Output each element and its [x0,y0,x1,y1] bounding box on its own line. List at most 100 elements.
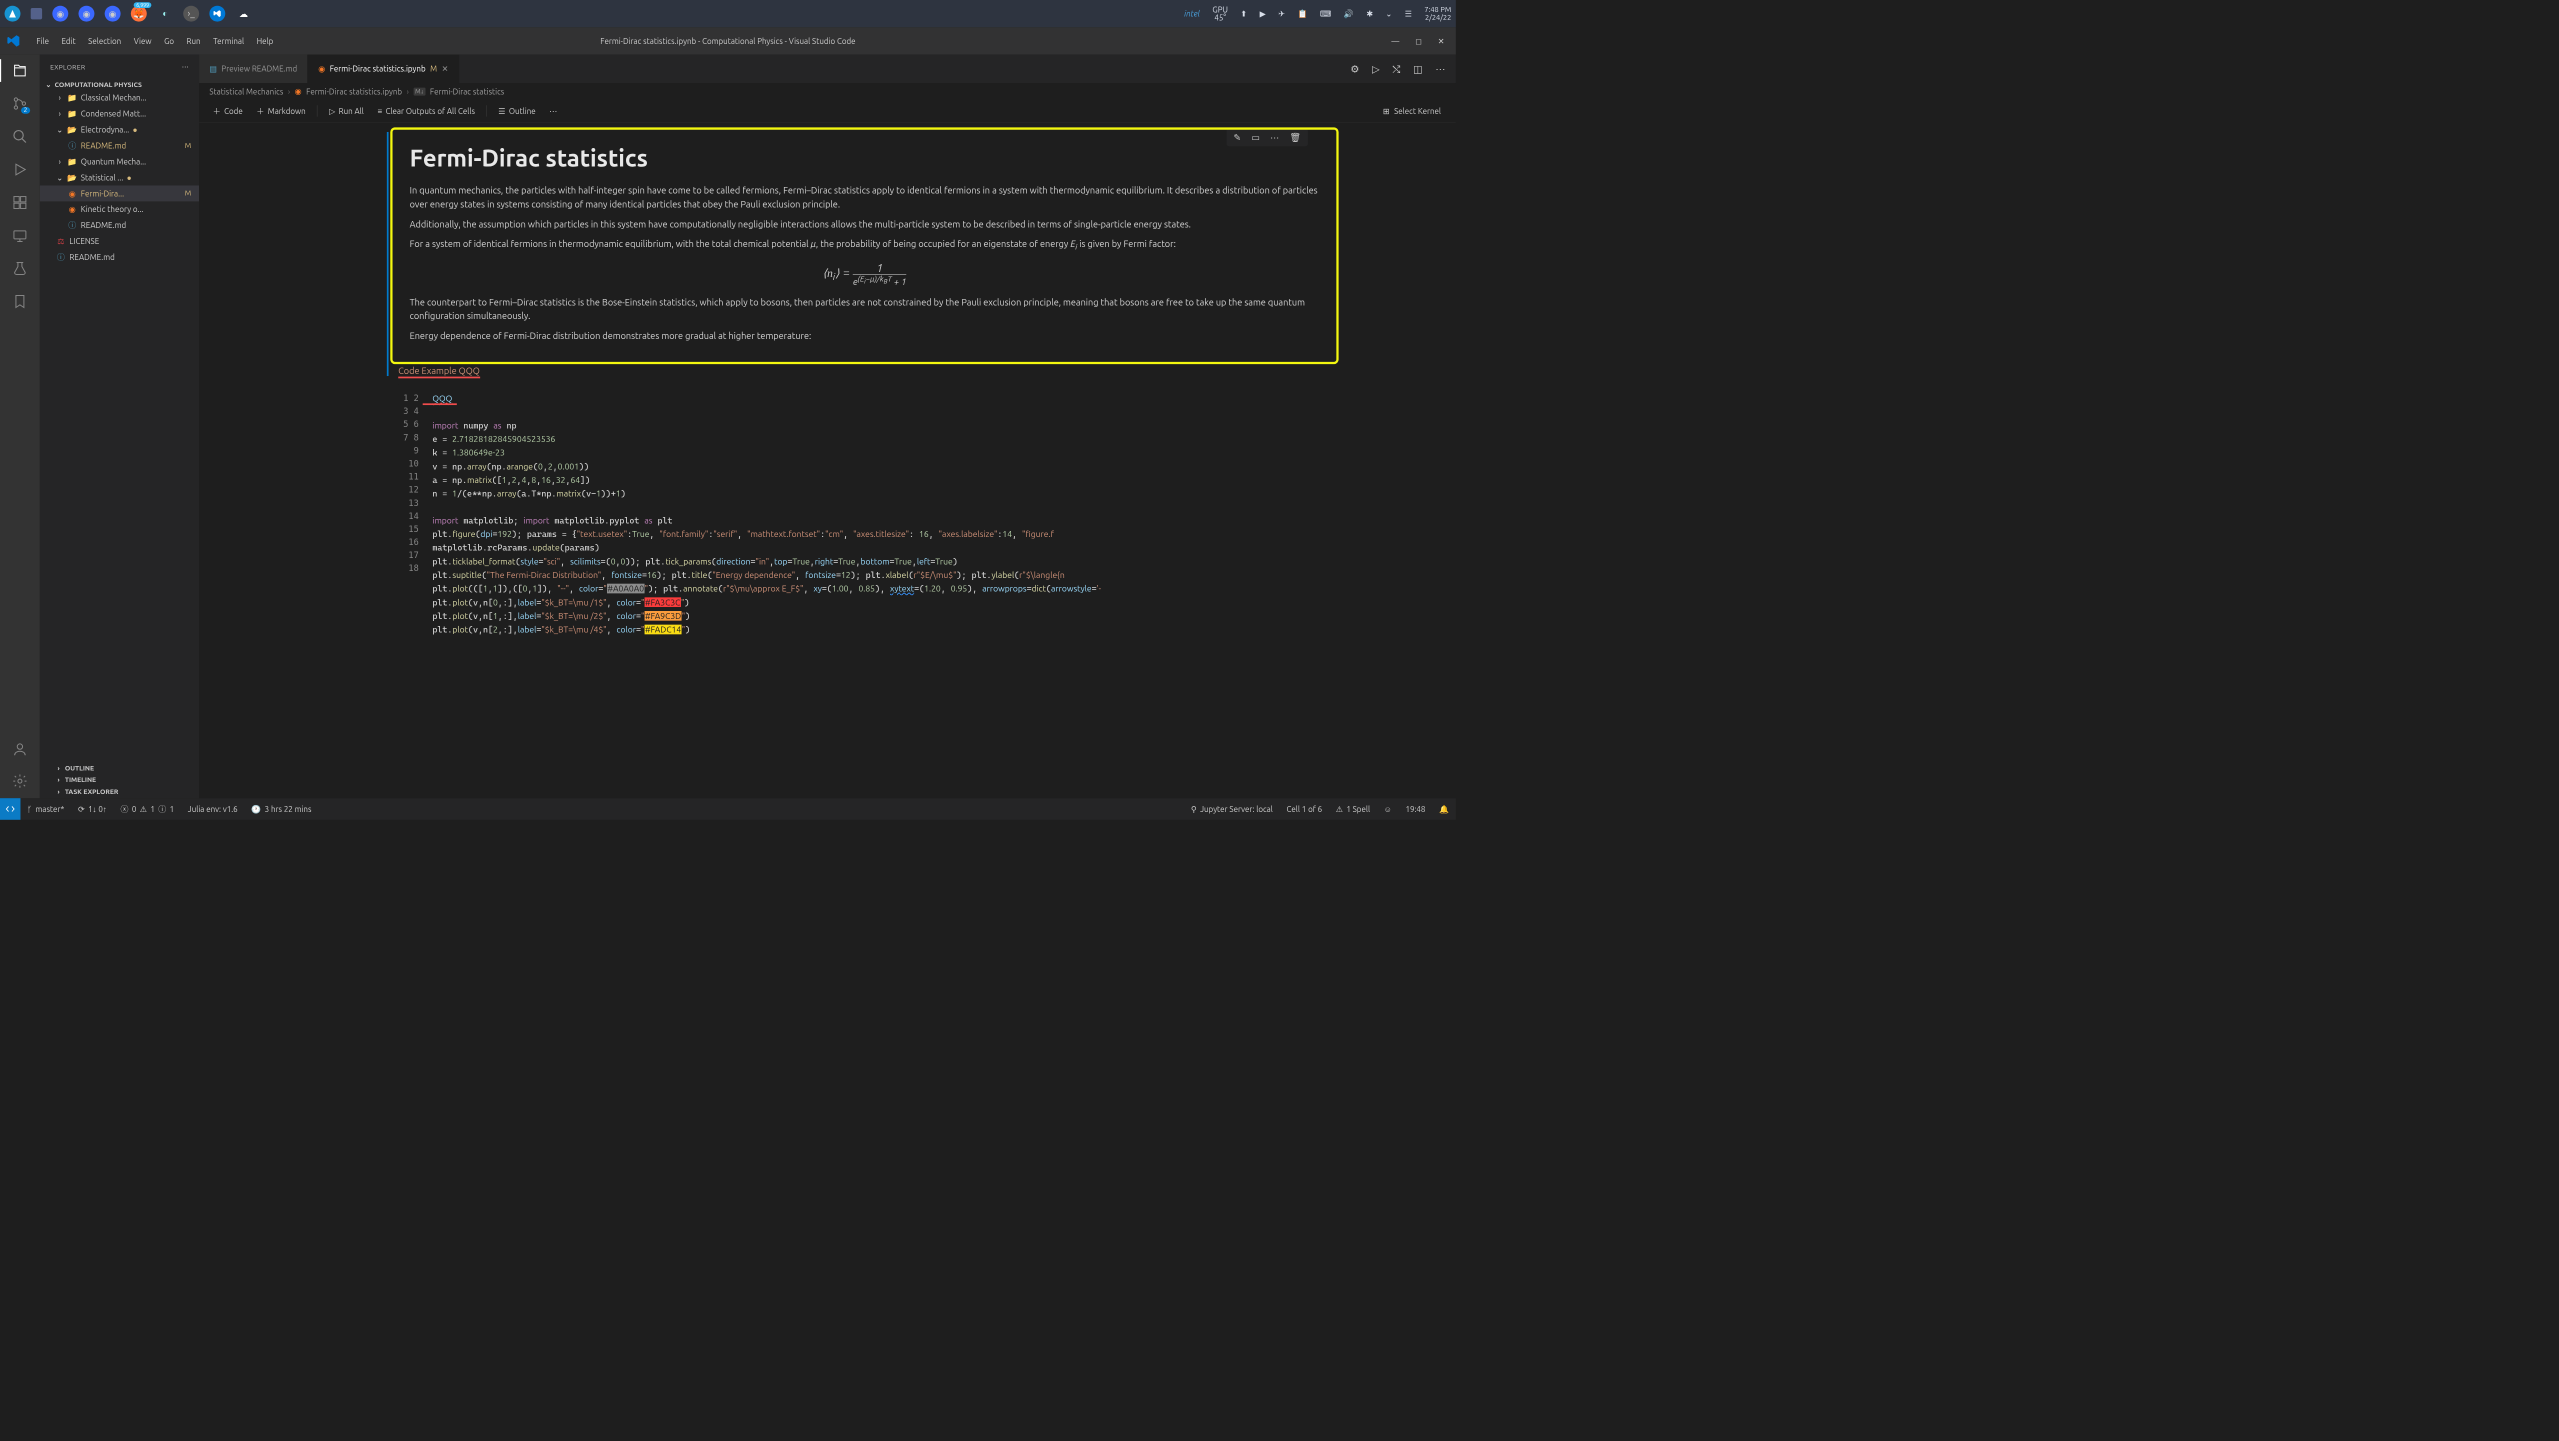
folder-electro[interactable]: ⌄📂Electrodyna...● [40,122,199,138]
notebook-body[interactable]: ✎ ▭ ⋯ 🗑 Fermi-Dirac statistics In quantu… [199,123,1456,798]
clock[interactable]: 7:48 PM2/24/22 [1424,6,1451,22]
file-license[interactable]: ⚖LICENSE [40,233,199,249]
split-editor-icon[interactable]: ◫ [1413,63,1423,75]
terminal-icon[interactable]: ›_ [183,6,199,22]
scm-icon[interactable]: 2 [11,94,29,112]
workspace-header[interactable]: ⌄COMPUTATIONAL PHYSICS [40,80,199,90]
sidebar: EXPLORER ⋯ ⌄COMPUTATIONAL PHYSICS ›📁Clas… [40,55,199,799]
vscode-titlebar: File Edit Selection View Go Run Terminal… [0,27,1456,54]
menu-view[interactable]: View [128,34,157,48]
add-code-button[interactable]: ＋ Code [207,103,248,119]
close-icon[interactable]: ✕ [1438,36,1445,46]
remote-indicator[interactable] [0,798,20,820]
line-gutter: 1 2 3 4 5 6 7 8 9 10 11 12 13 14 15 16 1… [398,392,426,575]
markdown-cell[interactable]: Fermi-Dirac statistics In quantum mechan… [398,132,1330,360]
run-all-button[interactable]: ▷ Run All [323,104,369,118]
taskbar-app3-icon[interactable]: ☁ [236,6,252,22]
julia-env[interactable]: Julia env: v1.6 [181,798,245,820]
search-icon[interactable] [11,127,29,145]
settings-gear-icon[interactable]: ⚙ [1350,63,1359,75]
file-readme-stat[interactable]: ⓘREADME.md [40,217,199,233]
cell-position[interactable]: Cell 1 of 6 [1280,804,1329,813]
file-readme-root[interactable]: ⓘREADME.md [40,249,199,265]
jupyter-server[interactable]: ⚲ Jupyter Server: local [1184,804,1280,814]
os-taskbar: ◉ ◉ ◉ 🦊6,999 ◐ ›_ ☁ intel GPU45° ⬆ ▶ ✈ 📋… [0,0,1456,27]
spell-indicator[interactable]: ⚠ 1 Spell [1329,804,1377,814]
clipboard-tray-icon[interactable]: 📋 [1297,9,1307,19]
paragraph: For a system of identical fermions in th… [410,237,1320,253]
taskbar-app-icon[interactable] [31,8,42,19]
firefox-icon[interactable]: 🦊6,999 [131,6,147,22]
chromium-icon[interactable]: ◉ [52,6,68,22]
add-markdown-button[interactable]: ＋ Markdown [251,103,312,119]
browser-icon[interactable]: ◉ [79,6,95,22]
code-snippet: Code Example QQQ [398,365,1330,376]
gear-icon[interactable] [11,772,29,790]
folder-condensed[interactable]: ›📁Condensed Matt... [40,106,199,122]
browser2-icon[interactable]: ◉ [105,6,121,22]
menu-edit[interactable]: Edit [56,34,82,48]
outline-section[interactable]: ›OUTLINE [40,762,199,774]
folder-stat[interactable]: ⌄📂Statistical ...● [40,170,199,186]
bookmark-icon[interactable] [11,292,29,310]
folder-classical[interactable]: ›📁Classical Mechan... [40,90,199,106]
feedback-icon[interactable]: ☺ [1377,804,1399,813]
telegram-tray-icon[interactable]: ✈ [1278,9,1285,19]
run-debug-icon[interactable] [11,160,29,178]
account-icon[interactable] [11,740,29,758]
select-kernel-button[interactable]: ⊞Select Kernel [1383,106,1448,116]
tab-fermi[interactable]: ◉Fermi-Dirac statistics.ipynbM✕ [308,55,459,83]
code-cell[interactable]: 1 2 3 4 5 6 7 8 9 10 11 12 13 14 15 16 1… [398,384,1439,645]
folder-quantum[interactable]: ›📁Quantum Mecha... [40,154,199,170]
problems-indicator[interactable]: ⓧ 0 ⚠ 1 ⓘ 1 [114,798,181,820]
bluetooth-tray-icon[interactable]: ✱ [1366,9,1373,19]
extensions-icon[interactable] [11,193,29,211]
remote-explorer-icon[interactable] [11,226,29,244]
file-kinetic[interactable]: ◉Kinetic theory o... [40,201,199,217]
chevron-down-icon[interactable]: ⌄ [1386,9,1393,19]
tab-bar: ▤Preview README.md ◉Fermi-Dirac statisti… [199,55,1456,83]
menu-terminal[interactable]: Terminal [207,34,249,48]
tab-readme[interactable]: ▤Preview README.md [199,55,308,83]
outline-button[interactable]: ☰ Outline [493,104,542,118]
menu-help[interactable]: Help [251,34,279,48]
minimize-icon[interactable]: — [1391,36,1399,46]
git-branch[interactable]: ᚶ master* [20,798,71,820]
paragraph: Energy dependence of Fermi-Dirac distrib… [410,329,1320,343]
breadcrumb[interactable]: Statistical Mechanics› ◉Fermi-Dirac stat… [199,83,1456,99]
tab-close-icon[interactable]: ✕ [442,64,449,74]
volume-tray-icon[interactable]: 🔊 [1344,9,1354,19]
menu-tray-icon[interactable]: ☰ [1405,9,1412,19]
menu-go[interactable]: Go [158,34,179,48]
taskbar-app2-icon[interactable]: ◐ [157,6,173,22]
play-tray-icon[interactable]: ▶ [1260,9,1266,19]
explorer-icon[interactable] [11,61,29,79]
time-tracker[interactable]: 🕐 3 hrs 22 mins [244,798,318,820]
paragraph: The counterpart to Fermi–Dirac statistic… [410,296,1320,324]
run-above-icon[interactable]: ▷ [1372,63,1380,75]
file-readme-electro[interactable]: ⓘREADME.mdM [40,138,199,154]
file-fermi[interactable]: ◉Fermi-Dira...M [40,185,199,201]
menu-run[interactable]: Run [181,34,206,48]
intel-indicator: intel [1184,9,1200,18]
git-sync[interactable]: ⟳ 1↓ 0↑ [71,798,114,820]
more-icon[interactable]: ⋯ [182,63,189,71]
keyboard-tray-icon[interactable]: ⌨ [1320,9,1332,19]
notebook-toolbar: ＋ Code ＋ Markdown ▷ Run All ≡ Clear Outp… [199,100,1456,123]
upload-icon[interactable]: ⬆ [1240,9,1247,19]
notification-bell-icon[interactable]: 🔔 [1432,804,1456,814]
menu-selection[interactable]: Selection [82,34,126,48]
app-launcher-icon[interactable] [5,6,21,22]
clear-outputs-button[interactable]: ≡ Clear Outputs of All Cells [372,104,481,118]
code-content[interactable]: QQQ import numpy as np e = 2.71828182845… [398,384,1439,645]
tab-more-icon[interactable]: ⋯ [1435,63,1445,75]
task-explorer-section[interactable]: ›TASK EXPLORER [40,786,199,798]
testing-icon[interactable] [11,259,29,277]
maximize-icon[interactable]: ◻ [1415,36,1422,46]
vscode-taskbar-icon[interactable] [209,6,225,22]
nb-more-icon[interactable]: ⋯ [544,104,563,118]
vscode-logo-icon [7,34,21,48]
diff-icon[interactable]: ⤭ [1392,63,1400,75]
menu-file[interactable]: File [31,34,55,48]
timeline-section[interactable]: ›TIMELINE [40,774,199,786]
